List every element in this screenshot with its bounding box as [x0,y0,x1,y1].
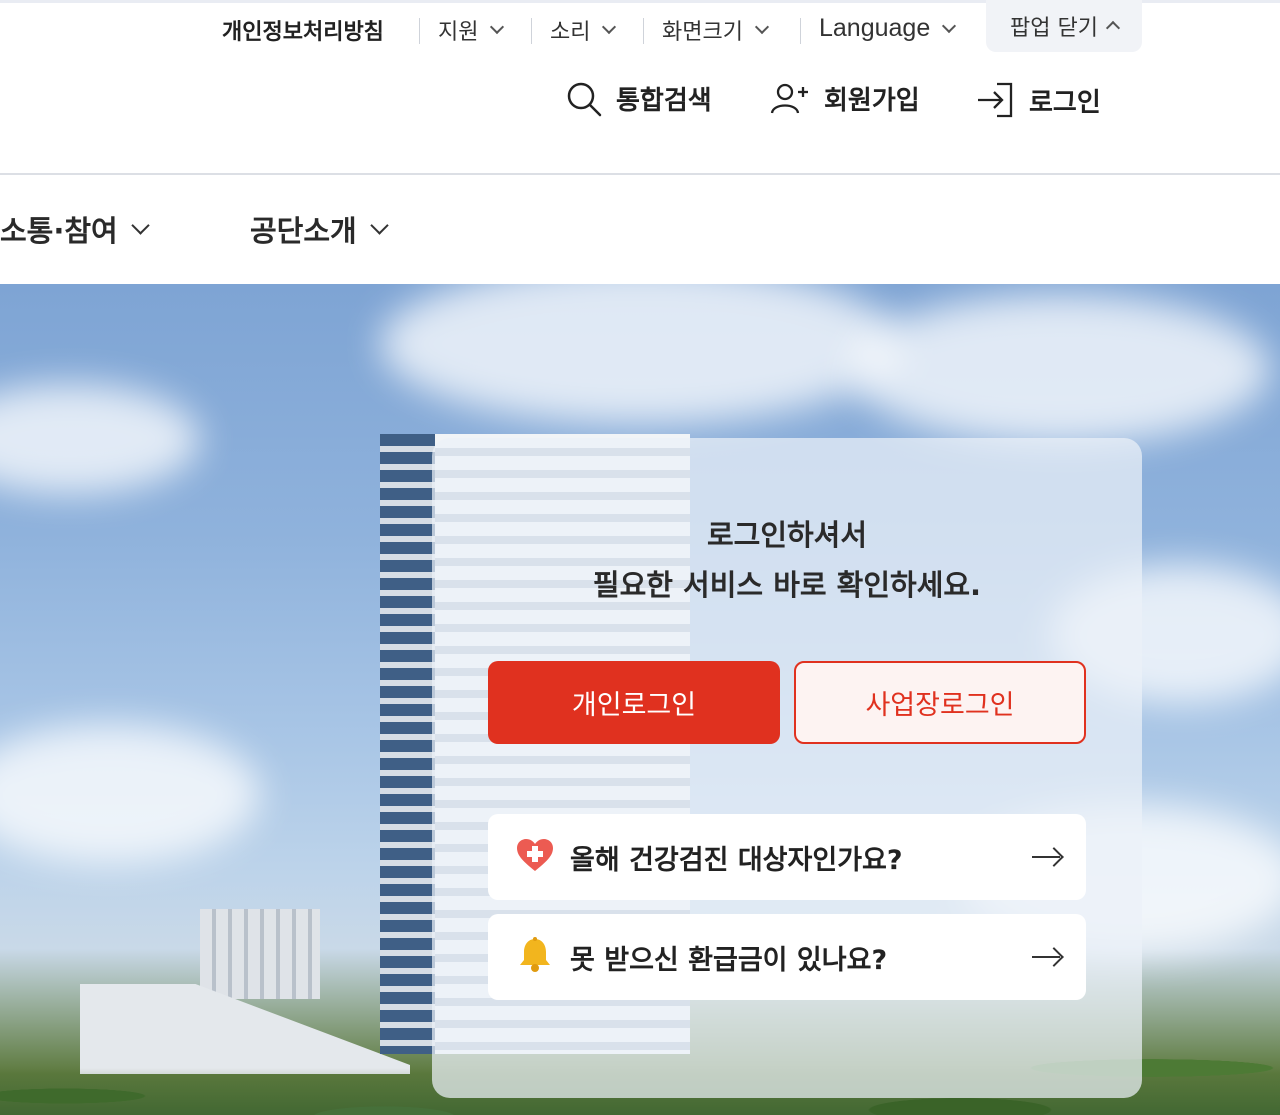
support-menu[interactable]: 지원 [438,14,505,46]
business-login-button[interactable]: 사업장로그인 [794,661,1086,744]
login-card: 로그인하셔서 필요한 서비스 바로 확인하세요. 개인로그인 사업장로그인 올해… [432,438,1142,1098]
health-checkup-link[interactable]: 올해 건강검진 대상자인가요? [488,814,1086,900]
personal-login-button[interactable]: 개인로그인 [488,661,780,744]
privacy-policy-link[interactable]: 개인정보처리방침 [222,14,384,46]
cloud [380,284,900,424]
cloud [850,294,1270,444]
chevron-down-icon [942,18,957,33]
screen-size-label: 화면크기 [662,20,743,45]
heart-cross-icon [516,838,554,876]
chevron-down-icon [131,215,150,235]
support-label: 지원 [438,20,479,45]
gnb-item-communication[interactable]: 소통·참여 [0,208,150,250]
gnb-item-label: 공단소개 [250,214,357,248]
add-user-icon [770,81,810,117]
chevron-down-icon [490,19,505,35]
bell-icon [516,936,554,978]
signup-label: 회원가입 [824,86,920,116]
util-divider [531,18,532,44]
language-menu[interactable]: Language [819,14,957,43]
gnb-item-label: 소통·참여 [0,214,118,248]
utility-bar: 개인정보처리방침 지원 소리 화면크기 Language 팝업 닫기 [0,0,1280,58]
gnb-item-about[interactable]: 공단소개 [250,208,389,250]
popup-close-button[interactable]: 팝업 닫기 [986,0,1142,52]
arrow-right-icon [1032,856,1060,858]
login-label: 로그인 [1029,87,1101,118]
arrow-right-icon [1032,956,1060,958]
tower-facade-image [380,434,435,1054]
health-checkup-label: 올해 건강검진 대상자인가요? [570,844,903,876]
login-message-line2: 필요한 서비스 바로 확인하세요. [592,568,982,602]
hero-banner: 로그인하셔서 필요한 서비스 바로 확인하세요. 개인로그인 사업장로그인 올해… [0,284,1280,1115]
popup-close-label: 팝업 닫기 [1010,16,1098,41]
refund-link[interactable]: 못 받으신 환급금이 있나요? [488,914,1086,1000]
login-button[interactable]: 로그인 [975,80,1101,120]
chevron-down-icon [602,19,617,35]
util-divider [800,18,801,44]
search-label: 통합검색 [616,86,712,116]
sound-menu[interactable]: 소리 [550,14,617,46]
screen-size-menu[interactable]: 화면크기 [662,14,770,46]
sound-label: 소리 [550,20,591,45]
util-divider [419,18,420,44]
chevron-down-icon [754,19,770,35]
cloud [0,724,260,864]
refund-label: 못 받으신 환급금이 있나요? [570,944,888,976]
search-button[interactable]: 통합검색 [566,80,712,117]
search-icon [566,81,602,117]
util-divider [643,18,644,44]
header-divider [0,173,1280,175]
privacy-policy-label: 개인정보처리방침 [222,20,384,45]
login-message: 로그인하셔서 필요한 서비스 바로 확인하세요. [432,510,1142,610]
chevron-down-icon [370,215,389,235]
signup-button[interactable]: 회원가입 [770,80,920,117]
language-label: Language [819,14,931,42]
login-message-line1: 로그인하셔서 [706,518,868,552]
cloud [0,384,200,494]
chevron-up-icon [1105,20,1121,36]
login-icon [975,80,1015,120]
